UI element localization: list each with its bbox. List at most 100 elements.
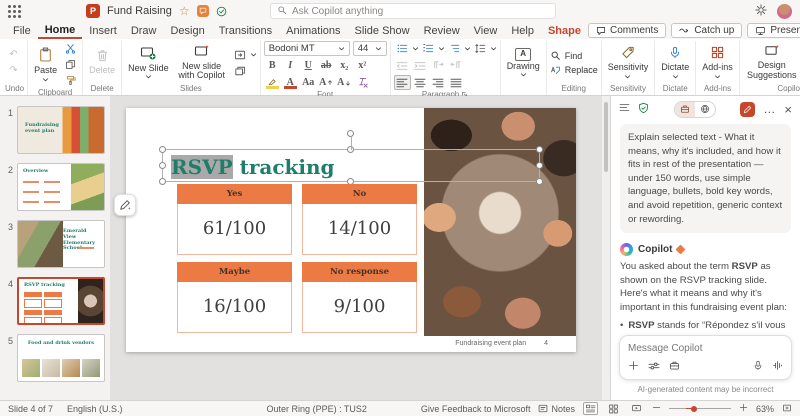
new-slide-button[interactable]: New Slide <box>125 45 172 81</box>
comments-badge-icon[interactable] <box>197 5 209 17</box>
voice-mic-icon[interactable] <box>753 360 763 374</box>
tab-shape[interactable]: Shape <box>541 24 588 38</box>
justify-button[interactable] <box>448 75 465 90</box>
copy-icon[interactable] <box>62 57 79 72</box>
multilevel-list-button[interactable] <box>446 41 463 56</box>
present-button[interactable]: Present <box>747 23 800 38</box>
tab-help[interactable]: Help <box>504 24 541 38</box>
superscript-button[interactable]: x² <box>354 58 371 73</box>
message-copilot-input[interactable] <box>628 343 783 354</box>
rtl-text-icon[interactable] <box>448 58 465 73</box>
slide-count[interactable]: Slide 4 of 7 <box>8 404 53 414</box>
voice-output-icon[interactable] <box>772 360 783 374</box>
bold-button[interactable]: B <box>264 58 281 73</box>
group-huddle-photo[interactable] <box>424 108 576 336</box>
tab-home[interactable]: Home <box>38 23 83 39</box>
underline-button[interactable]: U <box>300 58 317 73</box>
tab-animations[interactable]: Animations <box>279 24 347 38</box>
copilot-search-box[interactable] <box>270 3 556 19</box>
tab-review[interactable]: Review <box>417 24 467 38</box>
tab-draw[interactable]: Draw <box>124 24 164 38</box>
subscript-button[interactable]: x₂ <box>336 58 353 73</box>
powerpoint-logo-icon[interactable]: P <box>86 4 100 18</box>
delete-button[interactable]: Delete <box>86 48 118 77</box>
numbering-button[interactable] <box>420 41 437 56</box>
slideshow-view-button[interactable] <box>629 402 644 415</box>
rsvp-cell-yes[interactable]: Yes 61/100 <box>177 184 292 255</box>
cut-icon[interactable] <box>62 41 79 56</box>
highlight-color-button[interactable] <box>264 75 281 90</box>
tab-view[interactable]: View <box>467 24 505 38</box>
tab-insert[interactable]: Insert <box>82 24 124 38</box>
tab-slide-show[interactable]: Slide Show <box>348 24 417 38</box>
drawing-button[interactable]: A Drawing <box>504 47 543 79</box>
align-left-button[interactable] <box>394 75 411 90</box>
design-suggestions-button[interactable]: Design Suggestions <box>743 43 800 82</box>
thumbnail-slide-3[interactable]: 3 Emerald View Elementary School <box>4 220 105 268</box>
rsvp-cell-no-response[interactable]: No response 9/100 <box>302 262 417 333</box>
font-color-button[interactable]: A <box>282 75 299 90</box>
sensitivity-button[interactable]: Sensitivity <box>605 45 652 80</box>
tab-transitions[interactable]: Transitions <box>212 24 279 38</box>
rsvp-cell-maybe[interactable]: Maybe 16/100 <box>177 262 292 333</box>
work-briefcase-icon[interactable] <box>675 102 695 117</box>
clear-formatting-button[interactable] <box>354 75 371 90</box>
thumbnail-slide-5[interactable]: 5 Food and drink vendors <box>4 334 105 382</box>
work-context-icon[interactable] <box>669 360 680 374</box>
panel-more-options-icon[interactable]: … <box>763 107 776 112</box>
favorite-star-icon[interactable]: ☆ <box>179 5 190 17</box>
slide-title[interactable]: RSVP tracking <box>171 155 334 179</box>
tab-file[interactable]: File <box>6 24 38 38</box>
search-input[interactable] <box>292 6 549 17</box>
paste-button[interactable]: Paste <box>31 46 60 83</box>
align-center-button[interactable] <box>412 75 429 90</box>
font-family-select[interactable]: Bodoni MT <box>264 41 350 56</box>
dictate-button[interactable]: Dictate <box>658 45 692 80</box>
shrink-font-button[interactable]: A <box>336 75 353 90</box>
zoom-slider-thumb[interactable] <box>691 406 697 412</box>
feedback-link[interactable]: Give Feedback to Microsoft <box>421 404 531 414</box>
language-status[interactable]: English (U.S.) <box>67 404 123 414</box>
thumbnail-slide-1[interactable]: 1 Fundraising event plan <box>4 106 105 154</box>
increase-indent-icon[interactable] <box>412 58 429 73</box>
canvas-scrollbar[interactable] <box>602 96 610 400</box>
settings-gear-icon[interactable] <box>755 4 767 19</box>
line-spacing-button[interactable] <box>472 41 489 56</box>
format-painter-icon[interactable] <box>62 73 79 88</box>
tab-design[interactable]: Design <box>163 24 211 38</box>
align-right-button[interactable] <box>430 75 447 90</box>
duplicate-slide-icon[interactable] <box>232 63 249 78</box>
font-size-select[interactable]: 44 <box>353 41 387 56</box>
zoom-slider[interactable] <box>669 408 731 409</box>
copilot-notebook-icon[interactable] <box>740 102 755 117</box>
italic-button[interactable]: I <box>282 58 299 73</box>
panel-close-icon[interactable]: × <box>784 103 792 116</box>
fit-to-window-icon[interactable] <box>782 403 792 415</box>
normal-view-button[interactable] <box>583 402 598 415</box>
panel-menu-icon[interactable] <box>619 103 630 115</box>
notes-toggle[interactable]: Notes <box>538 404 575 414</box>
thumbnail-slide-4[interactable]: 4 RSVP tracking <box>4 277 105 325</box>
app-launcher-icon[interactable] <box>8 5 21 18</box>
ltr-text-icon[interactable] <box>430 58 447 73</box>
new-slide-with-copilot-button[interactable]: New slide with Copilot <box>174 43 230 83</box>
thumbnail-slide-2[interactable]: 2 Overview <box>4 163 105 211</box>
bullets-button[interactable] <box>394 41 411 56</box>
slide-sorter-view-button[interactable] <box>606 402 621 415</box>
find-button[interactable]: Find <box>550 50 598 61</box>
copilot-message-box[interactable] <box>619 335 792 380</box>
work-web-toggle[interactable] <box>674 101 716 118</box>
decrease-indent-icon[interactable] <box>394 58 411 73</box>
replace-button[interactable]: Replace <box>550 64 598 75</box>
zoom-level[interactable]: 63% <box>756 404 774 414</box>
redo-icon[interactable]: ↷ <box>5 63 22 78</box>
quick-edit-pen-button[interactable] <box>114 194 136 216</box>
attach-plus-icon[interactable] <box>628 360 639 374</box>
slide-4[interactable]: RSVP tracking Yes 61/100 No 14/100 Maybe… <box>126 108 576 352</box>
addins-button[interactable]: Add-ins <box>699 45 736 80</box>
rsvp-cell-no[interactable]: No 14/100 <box>302 184 417 255</box>
zoom-out-icon[interactable] <box>652 403 661 414</box>
grow-font-button[interactable]: A <box>318 75 335 90</box>
document-title[interactable]: Fund Raising <box>107 5 172 17</box>
undo-icon[interactable]: ↶ <box>5 47 22 62</box>
